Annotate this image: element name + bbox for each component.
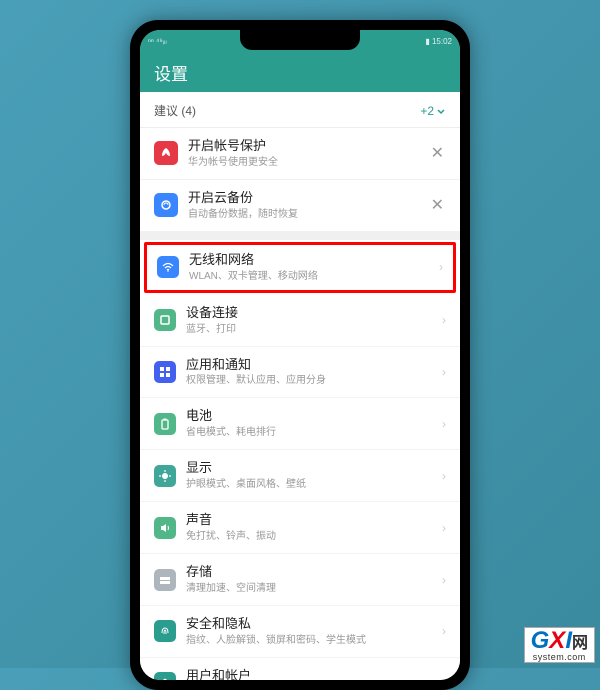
setting-text: 存储 清理加速、空间清理 <box>186 564 432 595</box>
display-notch <box>240 30 360 50</box>
setting-sound[interactable]: 声音 免打扰、铃声、振动 › <box>140 502 460 554</box>
suggestion-cloud-backup[interactable]: 开启云备份 自动备份数据，随时恢复 ✕ <box>140 180 460 232</box>
setting-display[interactable]: 显示 护眼模式、桌面风格、壁纸 › <box>140 450 460 502</box>
setting-title: 用户和帐户 <box>186 668 432 680</box>
close-icon[interactable]: ✕ <box>429 143 446 163</box>
settings-content[interactable]: 建议 (4) +2 开启帐号保护 华为帐号使用更安全 ✕ <box>140 92 460 680</box>
setting-title: 无线和网络 <box>189 252 429 269</box>
setting-sub: 指纹、人脸解锁、锁屏和密码、学生模式 <box>186 634 432 647</box>
setting-text: 应用和通知 权限管理、默认应用、应用分身 <box>186 357 432 388</box>
chevron-right-icon: › <box>442 417 446 431</box>
battery-icon <box>154 413 176 435</box>
setting-sub: 清理加速、空间清理 <box>186 582 432 595</box>
setting-text: 声音 免打扰、铃声、振动 <box>186 512 432 543</box>
cloud-backup-icon <box>154 193 178 217</box>
suggestions-more[interactable]: +2 <box>420 104 446 118</box>
setting-text: 显示 护眼模式、桌面风格、壁纸 <box>186 460 432 491</box>
status-signal: ⁿⁿ ⁴⁶ᵢₗₗ <box>148 37 167 46</box>
app-header: 设置 <box>140 52 460 92</box>
fingerprint-icon <box>154 620 176 642</box>
setting-sub: 免打扰、铃声、振动 <box>186 530 432 543</box>
chevron-right-icon: › <box>442 676 446 680</box>
close-icon[interactable]: ✕ <box>429 195 446 215</box>
phone-screen: ⁿⁿ ⁴⁶ᵢₗₗ ▮ 15:02 设置 建议 (4) +2 开启帐号保护 华 <box>140 30 460 680</box>
setting-battery[interactable]: 电池 省电模式、耗电排行 › <box>140 398 460 450</box>
apps-icon <box>154 361 176 383</box>
display-icon <box>154 465 176 487</box>
status-time: ▮ 15:02 <box>425 37 452 46</box>
setting-title: 设备连接 <box>186 305 432 322</box>
setting-title: 存储 <box>186 564 432 581</box>
suggestion-title: 开启帐号保护 <box>188 138 419 155</box>
setting-sub: 护眼模式、桌面风格、壁纸 <box>186 478 432 491</box>
device-icon <box>154 309 176 331</box>
setting-title: 安全和隐私 <box>186 616 432 633</box>
huawei-icon <box>154 141 178 165</box>
setting-storage[interactable]: 存储 清理加速、空间清理 › <box>140 554 460 606</box>
sound-icon <box>154 517 176 539</box>
setting-text: 电池 省电模式、耗电排行 <box>186 408 432 439</box>
suggestion-text: 开启云备份 自动备份数据，随时恢复 <box>188 190 419 221</box>
chevron-right-icon: › <box>442 573 446 587</box>
setting-apps-notifications[interactable]: 应用和通知 权限管理、默认应用、应用分身 › <box>140 347 460 399</box>
setting-title: 声音 <box>186 512 432 529</box>
phone-frame: ⁿⁿ ⁴⁶ᵢₗₗ ▮ 15:02 设置 建议 (4) +2 开启帐号保护 华 <box>130 20 470 690</box>
setting-text: 无线和网络 WLAN、双卡管理、移动网络 <box>189 252 429 283</box>
chevron-right-icon: › <box>442 313 446 327</box>
suggestions-header[interactable]: 建议 (4) +2 <box>140 92 460 128</box>
setting-text: 安全和隐私 指纹、人脸解锁、锁屏和密码、学生模式 <box>186 616 432 647</box>
page-title: 设置 <box>154 60 188 85</box>
chevron-right-icon: › <box>439 260 443 274</box>
suggestion-text: 开启帐号保护 华为帐号使用更安全 <box>188 138 419 169</box>
setting-sub: 省电模式、耗电排行 <box>186 426 432 439</box>
setting-wireless-network[interactable]: 无线和网络 WLAN、双卡管理、移动网络 › <box>144 242 456 293</box>
suggestions-label: 建议 (4) <box>154 102 196 119</box>
suggestion-sub: 华为帐号使用更安全 <box>188 156 419 169</box>
suggestion-sub: 自动备份数据，随时恢复 <box>188 208 419 221</box>
setting-title: 电池 <box>186 408 432 425</box>
storage-icon <box>154 569 176 591</box>
setting-title: 应用和通知 <box>186 357 432 374</box>
setting-users-accounts[interactable]: 用户和帐户 多用户、云空间、帐户 › <box>140 658 460 680</box>
user-icon <box>154 672 176 680</box>
setting-sub: 权限管理、默认应用、应用分身 <box>186 374 432 387</box>
setting-sub: 蓝牙、打印 <box>186 323 432 336</box>
setting-sub: WLAN、双卡管理、移动网络 <box>189 270 429 283</box>
setting-device-connect[interactable]: 设备连接 蓝牙、打印 › <box>140 295 460 347</box>
setting-title: 显示 <box>186 460 432 477</box>
setting-text: 设备连接 蓝牙、打印 <box>186 305 432 336</box>
setting-text: 用户和帐户 多用户、云空间、帐户 <box>186 668 432 680</box>
setting-security-privacy[interactable]: 安全和隐私 指纹、人脸解锁、锁屏和密码、学生模式 › <box>140 606 460 658</box>
chevron-right-icon: › <box>442 365 446 379</box>
watermark: GXI网 system.com <box>524 627 595 663</box>
chevron-down-icon <box>436 106 446 116</box>
wifi-icon <box>157 256 179 278</box>
suggestion-title: 开启云备份 <box>188 190 419 207</box>
suggestion-account-protect[interactable]: 开启帐号保护 华为帐号使用更安全 ✕ <box>140 128 460 180</box>
chevron-right-icon: › <box>442 521 446 535</box>
chevron-right-icon: › <box>442 624 446 638</box>
chevron-right-icon: › <box>442 469 446 483</box>
section-divider <box>140 232 460 240</box>
